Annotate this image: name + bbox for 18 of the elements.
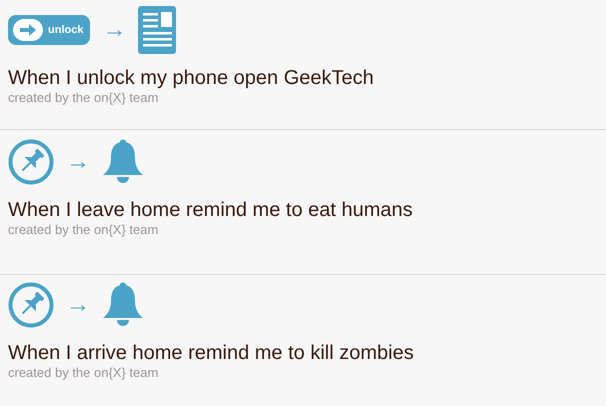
rule-card[interactable]: unlock → When I unlock my phone open GeekTech created by the on{X} team xyxy=(0,0,606,130)
rule-card[interactable]: → When I arrive home remind me to kill zombies created by the on{X} team xyxy=(0,275,606,405)
rule-title: When I unlock my phone open GeekTech xyxy=(8,66,375,90)
arrow-text: → xyxy=(102,18,126,42)
credit-text: created by the on{X} team xyxy=(8,222,160,238)
credit-text: created by the on{X} team xyxy=(8,365,160,381)
rule-card[interactable]: → When I leave home remind me to eat humans created by the on{X} team xyxy=(0,130,606,275)
credit-text: created by the on{X} team xyxy=(8,90,160,106)
bell-icon xyxy=(102,282,144,328)
unlock-label: unlock xyxy=(48,24,84,36)
arrow-text: → xyxy=(66,150,90,174)
arrow-text: → xyxy=(66,293,90,317)
document-icon xyxy=(138,6,176,54)
bell-icon xyxy=(102,139,144,185)
pushpin-icon xyxy=(8,282,54,328)
rule-title: When I leave home remind me to eat humans xyxy=(8,198,414,222)
pushpin-icon xyxy=(8,139,54,185)
rule-title: When I arrive home remind me to kill zombies xyxy=(8,341,415,365)
